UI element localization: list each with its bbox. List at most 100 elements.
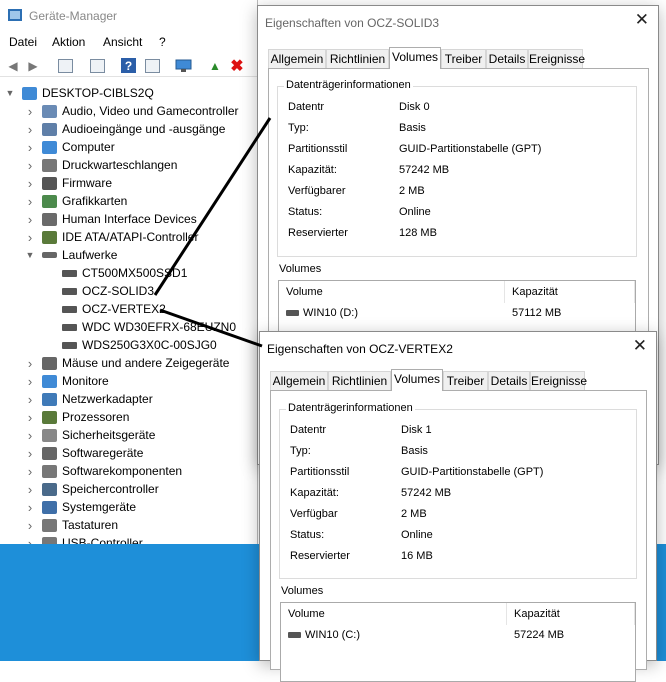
tree-category[interactable]: › Tastaturen: [24, 516, 118, 534]
menu-bar: Datei Aktion Ansicht ?: [0, 32, 257, 52]
update-driver-icon[interactable]: ▲: [206, 57, 224, 74]
tree-drive-item[interactable]: OCZ-SOLID3: [62, 282, 154, 300]
tree-category-label: Human Interface Devices: [62, 212, 197, 226]
chevron-right-icon[interactable]: ›: [24, 536, 36, 545]
chevron-right-icon[interactable]: ›: [24, 482, 36, 497]
chevron-right-icon[interactable]: ›: [24, 518, 36, 533]
menu-ansicht[interactable]: Ansicht: [103, 35, 142, 49]
column-header-capacity[interactable]: Kapazität: [507, 603, 635, 625]
tree-category-label: Firmware: [62, 176, 112, 190]
tree-category[interactable]: › Druckwarteschlangen: [24, 156, 178, 174]
tree-category[interactable]: › USB-Controller: [24, 534, 143, 544]
volume-row[interactable]: WIN10 (D:): [286, 307, 358, 319]
tree-category[interactable]: › Netzwerkadapter: [24, 390, 153, 408]
drive-label: WDS250G3X0C-00SJG0: [82, 338, 217, 352]
window-title: Geräte-Manager: [29, 9, 118, 23]
close-icon[interactable]: ✕: [633, 337, 647, 355]
tree-drive-item[interactable]: CT500MX500SSD1: [62, 264, 187, 282]
chevron-right-icon[interactable]: ›: [24, 176, 36, 191]
disk-drive-icon: [62, 269, 77, 277]
tab-ereignisse[interactable]: Ereignisse: [528, 49, 585, 68]
tab-volumes[interactable]: Volumes: [391, 369, 443, 391]
tree-category-label: Mäuse und andere Zeigegeräte: [62, 356, 230, 370]
device-category-icon: [42, 428, 57, 442]
field-label: Status:: [288, 206, 323, 218]
tree-drive-item[interactable]: WDC WD30EFRX-68EUZN0: [62, 318, 236, 336]
chevron-down-icon[interactable]: ▼: [4, 88, 16, 98]
chevron-right-icon[interactable]: ›: [24, 104, 36, 119]
tab-ereignisse[interactable]: Ereignisse: [530, 371, 587, 390]
tree-category[interactable]: › Systemgeräte: [24, 498, 136, 516]
tree-category[interactable]: › Prozessoren: [24, 408, 130, 426]
device-category-icon: [42, 356, 57, 370]
tab-treiber[interactable]: Treiber: [443, 371, 488, 390]
menu-datei[interactable]: Datei: [9, 35, 37, 49]
tree-category[interactable]: › Audioeingänge und -ausgänge: [24, 120, 226, 138]
properties-icon[interactable]: [58, 59, 73, 73]
device-category-icon: [42, 194, 57, 208]
view-icon[interactable]: [145, 59, 160, 73]
tab-allgemein[interactable]: Allgemein: [270, 371, 328, 390]
menu-aktion[interactable]: Aktion: [52, 35, 85, 49]
tree-category[interactable]: › Softwarekomponenten: [24, 462, 182, 480]
chevron-right-icon[interactable]: ›: [24, 392, 36, 407]
tab-allgemein[interactable]: Allgemein: [268, 49, 326, 68]
tree-category[interactable]: › Sicherheitsgeräte: [24, 426, 156, 444]
tree-category[interactable]: › Mäuse und andere Zeigegeräte: [24, 354, 230, 372]
menu-help[interactable]: ?: [159, 35, 166, 49]
scan-hardware-icon[interactable]: [174, 57, 192, 74]
field-label: Verfügbarer: [288, 185, 346, 197]
close-icon[interactable]: ✕: [635, 11, 649, 29]
tree-category[interactable]: › Firmware: [24, 174, 112, 192]
chevron-right-icon[interactable]: ›: [24, 446, 36, 461]
uninstall-x-icon[interactable]: ✖: [228, 57, 246, 75]
tab-details[interactable]: Details: [486, 49, 528, 68]
device-category-icon: [42, 176, 57, 190]
chevron-right-icon[interactable]: ›: [24, 374, 36, 389]
tree-category[interactable]: › Human Interface Devices: [24, 210, 197, 228]
chevron-right-icon[interactable]: ›: [24, 464, 36, 479]
column-header-volume[interactable]: Volume: [281, 603, 507, 625]
chevron-right-icon[interactable]: ›: [24, 158, 36, 173]
forward-arrow-icon[interactable]: ▶: [24, 57, 42, 74]
back-arrow-icon[interactable]: ◀: [4, 57, 22, 74]
tree-root[interactable]: ▼ DESKTOP-CIBLS2Q: [4, 84, 154, 102]
chevron-right-icon[interactable]: ›: [24, 356, 36, 371]
field-label: Kapazität:: [290, 487, 339, 499]
chevron-right-icon[interactable]: ›: [24, 194, 36, 209]
tab-richtlinien[interactable]: Richtlinien: [326, 49, 389, 68]
chevron-down-icon[interactable]: ▼: [24, 250, 36, 260]
column-header-capacity[interactable]: Kapazität: [505, 281, 635, 303]
chevron-right-icon[interactable]: ›: [24, 122, 36, 137]
tree-category[interactable]: › Computer: [24, 138, 115, 156]
chevron-right-icon[interactable]: ›: [24, 428, 36, 443]
tree-category[interactable]: › Softwaregeräte: [24, 444, 144, 462]
volume-drive-icon: [288, 632, 301, 638]
volumes-list[interactable]: Volume Kapazität WIN10 (C:) 57224 MB: [280, 602, 636, 682]
tab-details[interactable]: Details: [488, 371, 530, 390]
drive-label: CT500MX500SSD1: [82, 266, 188, 280]
column-header-volume[interactable]: Volume: [279, 281, 505, 303]
volume-row[interactable]: WIN10 (C:): [288, 629, 360, 641]
tab-volumes[interactable]: Volumes: [389, 47, 441, 69]
tab-richtlinien[interactable]: Richtlinien: [328, 371, 391, 390]
chevron-right-icon[interactable]: ›: [24, 500, 36, 515]
group-title: Datenträgerinformationen: [286, 402, 415, 414]
field-label: Partitionsstil: [288, 143, 348, 155]
tree-category[interactable]: › Grafikkarten: [24, 192, 128, 210]
tree-category[interactable]: › Speichercontroller: [24, 480, 159, 498]
help-icon[interactable]: ?: [121, 58, 136, 73]
tree-category[interactable]: › Monitore: [24, 372, 109, 390]
tree-drive-item[interactable]: WDS250G3X0C-00SJG0: [62, 336, 217, 354]
tree-category-laufwerke[interactable]: ▼ Laufwerke: [24, 246, 118, 264]
show-hidden-icon[interactable]: [90, 59, 105, 73]
chevron-right-icon[interactable]: ›: [24, 410, 36, 425]
tab-treiber[interactable]: Treiber: [441, 49, 486, 68]
tree-category[interactable]: › IDE ATA/ATAPI-Controller: [24, 228, 199, 246]
volume-drive-icon: [286, 310, 299, 316]
chevron-right-icon[interactable]: ›: [24, 140, 36, 155]
chevron-right-icon[interactable]: ›: [24, 212, 36, 227]
chevron-right-icon[interactable]: ›: [24, 230, 36, 245]
tree-drive-item[interactable]: OCZ-VERTEX2: [62, 300, 166, 318]
tree-category[interactable]: › Audio, Video und Gamecontroller: [24, 102, 239, 120]
